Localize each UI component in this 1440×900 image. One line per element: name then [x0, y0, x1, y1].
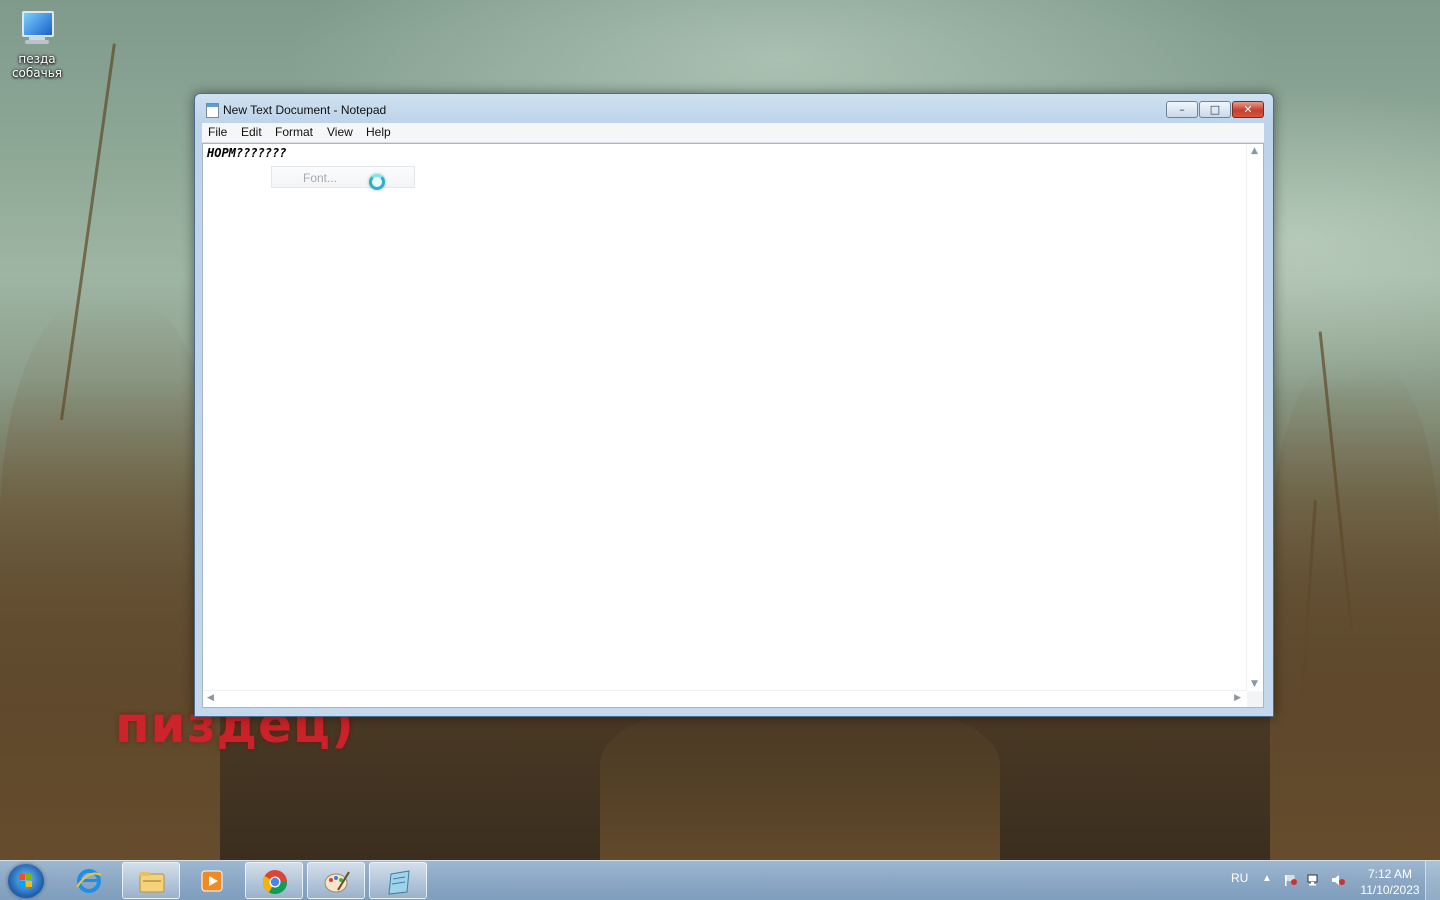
volume-muted-icon[interactable] — [1331, 874, 1345, 886]
taskbar-notepad[interactable] — [369, 862, 427, 899]
menu-format[interactable]: Format — [272, 125, 316, 139]
start-button[interactable] — [8, 864, 44, 898]
notepad-icon — [388, 870, 410, 895]
taskbar-internet-explorer[interactable] — [60, 862, 118, 899]
close-button[interactable]: ✕ — [1232, 101, 1264, 118]
desktop-icon-label: пезда собачья — [11, 52, 63, 80]
window-title: New Text Document - Notepad — [223, 103, 387, 117]
menu-edit[interactable]: Edit — [238, 125, 265, 139]
menu-view[interactable]: View — [324, 125, 356, 139]
paint-icon — [324, 871, 350, 893]
scroll-right-icon[interactable]: ▶ — [1234, 693, 1241, 703]
scroll-down-icon[interactable]: ▼ — [1251, 679, 1258, 689]
taskbar-chrome[interactable] — [245, 862, 303, 899]
text-editor[interactable]: НОРМ??????? Font... ▲ ▼ ◀ ▶ — [202, 143, 1264, 708]
show-desktop-button[interactable] — [1425, 861, 1440, 900]
maximize-icon: □ — [1209, 103, 1221, 116]
action-center-flag-icon[interactable] — [1284, 874, 1298, 886]
clock-time: 7:12 AM — [1367, 867, 1413, 881]
windows-logo-icon — [19, 874, 33, 888]
taskbar: RU ▲ 7:12 AM 11/10/2023 — [0, 860, 1440, 900]
scroll-left-icon[interactable]: ◀ — [207, 693, 214, 703]
menu-help[interactable]: Help — [363, 125, 394, 139]
menu-bar: File Edit Format View Help — [202, 123, 1264, 143]
clock-date: 11/10/2023 — [1360, 883, 1420, 897]
media-player-icon — [201, 870, 223, 892]
notepad-window: New Text Document - Notepad – □ ✕ File E… — [194, 93, 1274, 717]
language-indicator[interactable]: RU — [1231, 871, 1248, 900]
scroll-up-icon[interactable]: ▲ — [1251, 146, 1258, 156]
close-icon: ✕ — [1243, 103, 1253, 116]
vertical-scrollbar[interactable]: ▲ ▼ — [1246, 144, 1263, 691]
wallpaper-wheat — [600, 700, 1000, 860]
maximize-button[interactable]: □ — [1199, 101, 1231, 118]
taskbar-windows-explorer[interactable] — [122, 862, 180, 899]
system-clock[interactable]: 7:12 AM 11/10/2023 — [1356, 866, 1424, 898]
folder-icon — [139, 872, 165, 893]
desktop-icon-computer[interactable]: пезда собачья — [8, 8, 66, 80]
menu-file[interactable]: File — [205, 125, 230, 139]
show-hidden-icons-button[interactable]: ▲ — [1262, 873, 1272, 900]
notepad-icon — [206, 103, 219, 118]
network-icon[interactable] — [1307, 874, 1321, 886]
chrome-icon — [262, 870, 287, 895]
wallpaper-wheat — [0, 300, 220, 860]
internet-explorer-icon — [76, 869, 102, 893]
taskbar-paint[interactable] — [307, 862, 365, 899]
computer-icon — [17, 8, 57, 48]
resize-grip[interactable] — [1247, 691, 1263, 707]
taskbar-media-player[interactable] — [183, 862, 241, 899]
editor-content: НОРМ??????? — [207, 146, 287, 160]
horizontal-scrollbar[interactable]: ◀ ▶ — [203, 690, 1247, 707]
font-menu-item[interactable]: Font... — [271, 166, 415, 188]
minimize-button[interactable]: – — [1166, 101, 1198, 118]
busy-cursor-icon — [369, 174, 385, 190]
font-menu-item-label: Font... — [303, 171, 338, 185]
wallpaper-wheat — [1270, 360, 1440, 860]
minimize-icon: – — [1179, 103, 1185, 116]
title-bar[interactable]: New Text Document - Notepad – □ ✕ — [195, 94, 1273, 122]
